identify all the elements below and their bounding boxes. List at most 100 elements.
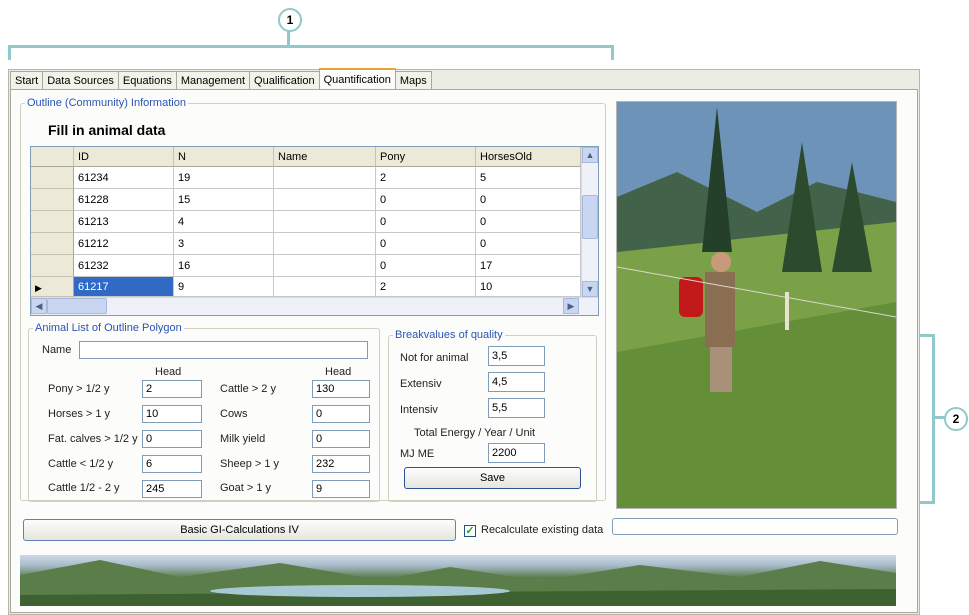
table-cell[interactable]: 0 bbox=[476, 211, 581, 233]
extensiv-field[interactable] bbox=[488, 372, 545, 392]
tab-equations[interactable]: Equations bbox=[117, 71, 177, 90]
table-cell[interactable]: 0 bbox=[376, 189, 476, 211]
row-header[interactable] bbox=[31, 233, 74, 255]
column-header-id[interactable]: ID bbox=[74, 147, 174, 167]
row-header[interactable] bbox=[31, 211, 74, 233]
cows-field[interactable] bbox=[312, 405, 370, 423]
head-label-right: Head bbox=[325, 366, 352, 378]
goat-field[interactable] bbox=[312, 480, 370, 498]
animal-list-legend: Animal List of Outline Polygon bbox=[35, 322, 182, 334]
intensiv-field[interactable] bbox=[488, 398, 545, 418]
pony-field[interactable] bbox=[142, 380, 202, 398]
table-cell[interactable] bbox=[274, 255, 376, 277]
sheep-label: Sheep > 1 y bbox=[220, 458, 280, 470]
callout-badge-1: 1 bbox=[278, 8, 302, 32]
callout-bracket-right bbox=[920, 334, 935, 504]
table-cell[interactable] bbox=[274, 211, 376, 233]
grid-horizontal-scrollbar[interactable]: ◀ ▶ bbox=[31, 297, 598, 315]
name-field[interactable] bbox=[79, 341, 368, 359]
outline-legend: Outline (Community) Information bbox=[27, 97, 186, 109]
table-cell[interactable] bbox=[274, 277, 376, 297]
fat-calves-label: Fat. calves > 1/2 y bbox=[48, 433, 138, 445]
callout-bracket-top bbox=[8, 45, 614, 60]
extensiv-label: Extensiv bbox=[400, 378, 442, 390]
column-header-name[interactable]: Name bbox=[274, 147, 376, 167]
mj-me-field[interactable] bbox=[488, 443, 545, 463]
tab-qualification[interactable]: Qualification bbox=[249, 71, 320, 90]
cattle-mid-field[interactable] bbox=[142, 480, 202, 498]
sheep-field[interactable] bbox=[312, 455, 370, 473]
table-cell[interactable]: 0 bbox=[376, 233, 476, 255]
milk-yield-field[interactable] bbox=[312, 430, 370, 448]
table-cell[interactable]: 17 bbox=[476, 255, 581, 277]
table-cell[interactable]: 2 bbox=[376, 277, 476, 297]
table-cell[interactable]: 0 bbox=[476, 189, 581, 211]
current-row-indicator[interactable]: ▶ bbox=[31, 277, 74, 297]
lake-panorama-photo bbox=[20, 555, 896, 606]
milk-yield-label: Milk yield bbox=[220, 433, 266, 445]
table-cell[interactable]: 0 bbox=[476, 233, 581, 255]
tab-quantification[interactable]: Quantification bbox=[318, 68, 396, 91]
table-cell[interactable] bbox=[274, 189, 376, 211]
column-header-n[interactable]: N bbox=[174, 147, 274, 167]
table-cell[interactable]: 2 bbox=[376, 167, 476, 189]
scroll-up-icon[interactable]: ▲ bbox=[582, 147, 598, 163]
tab-start[interactable]: Start bbox=[10, 71, 44, 90]
table-cell[interactable]: 15 bbox=[174, 189, 274, 211]
not-for-animal-label: Not for animal bbox=[400, 352, 469, 364]
head-label-left: Head bbox=[155, 366, 182, 378]
table-cell[interactable]: 10 bbox=[476, 277, 581, 297]
row-header[interactable] bbox=[31, 167, 74, 189]
column-header-horsesold[interactable]: HorsesOld bbox=[476, 147, 581, 167]
breakvalues-legend: Breakvalues of quality bbox=[395, 329, 503, 341]
recalculate-label: Recalculate existing data bbox=[481, 524, 604, 536]
name-label: Name bbox=[42, 344, 72, 356]
scroll-right-icon[interactable]: ▶ bbox=[563, 298, 579, 314]
table-cell[interactable] bbox=[274, 167, 376, 189]
table-cell[interactable]: 3 bbox=[174, 233, 274, 255]
table-cell[interactable]: 61232 bbox=[74, 255, 174, 277]
tab-maps[interactable]: Maps bbox=[394, 71, 432, 90]
table-cell[interactable]: 61212 bbox=[74, 233, 174, 255]
table-cell[interactable]: 16 bbox=[174, 255, 274, 277]
vertical-scroll-thumb[interactable] bbox=[582, 195, 598, 239]
grid-corner bbox=[31, 147, 74, 167]
table-cell[interactable]: 61213 bbox=[74, 211, 174, 233]
row-header[interactable] bbox=[31, 189, 74, 211]
total-energy-label: Total Energy / Year / Unit bbox=[414, 427, 536, 439]
goat-label: Goat > 1 y bbox=[220, 482, 272, 494]
table-cell[interactable]: 19 bbox=[174, 167, 274, 189]
tab-data-sources[interactable]: Data Sources bbox=[42, 71, 119, 90]
table-cell[interactable]: 0 bbox=[376, 211, 476, 233]
fat-calves-field[interactable] bbox=[142, 430, 202, 448]
tab-management[interactable]: Management bbox=[175, 71, 251, 90]
alpine-meadow-photo bbox=[616, 101, 897, 509]
table-cell[interactable]: 0 bbox=[376, 255, 476, 277]
grid-vertical-scrollbar[interactable]: ▲ ▼ bbox=[581, 147, 598, 297]
row-header[interactable] bbox=[31, 255, 74, 277]
cattle-mid-label: Cattle 1/2 - 2 y bbox=[48, 482, 120, 494]
not-for-animal-field[interactable] bbox=[488, 346, 545, 366]
column-header-pony[interactable]: Pony bbox=[376, 147, 476, 167]
table-cell[interactable]: 61228 bbox=[74, 189, 174, 211]
animal-data-grid[interactable]: ID N Name Pony HorsesOld 61234 19 2 5 61… bbox=[30, 146, 599, 316]
scroll-down-icon[interactable]: ▼ bbox=[582, 281, 598, 297]
table-cell[interactable]: 9 bbox=[174, 277, 274, 297]
table-cell[interactable]: 4 bbox=[174, 211, 274, 233]
cows-label: Cows bbox=[220, 408, 248, 420]
horses-field[interactable] bbox=[142, 405, 202, 423]
table-cell[interactable]: 61234 bbox=[74, 167, 174, 189]
horizontal-scroll-thumb[interactable] bbox=[47, 298, 107, 314]
pony-label: Pony > 1/2 y bbox=[48, 383, 110, 395]
save-button[interactable]: Save bbox=[404, 467, 581, 489]
table-cell[interactable]: 5 bbox=[476, 167, 581, 189]
basic-gi-calculations-button[interactable]: Basic GI-Calculations IV bbox=[23, 519, 456, 541]
fill-animal-data-title: Fill in animal data bbox=[48, 122, 166, 138]
cattle-adult-field[interactable] bbox=[312, 380, 370, 398]
cattle-young-field[interactable] bbox=[142, 455, 202, 473]
scroll-left-icon[interactable]: ◀ bbox=[31, 298, 47, 314]
table-cell-selected[interactable]: 61217 bbox=[74, 277, 174, 297]
recalculate-checkbox[interactable]: ✓ bbox=[464, 525, 476, 537]
table-cell[interactable] bbox=[274, 233, 376, 255]
mj-me-label: MJ ME bbox=[400, 448, 435, 460]
